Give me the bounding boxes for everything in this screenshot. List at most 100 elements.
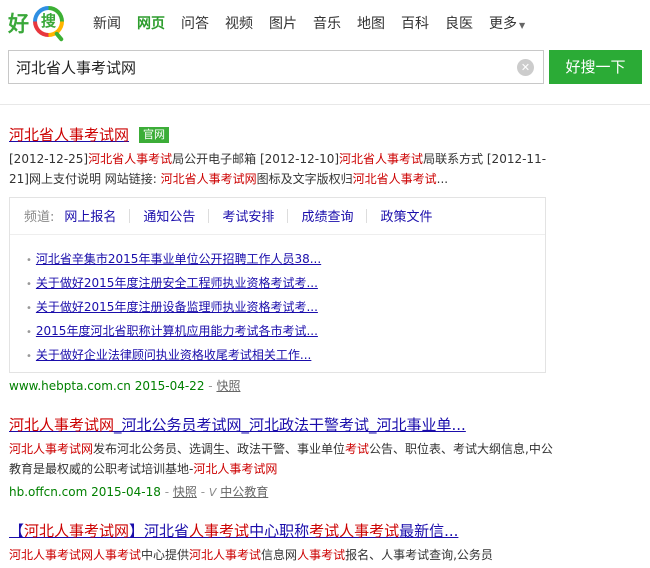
channel-separator bbox=[366, 208, 368, 223]
verified-source-link[interactable]: 中公教育 bbox=[220, 485, 268, 499]
text: 局公开电子邮箱 [2012-12-10] bbox=[172, 152, 340, 166]
nav-item[interactable]: 地图 bbox=[357, 13, 385, 33]
highlighted-text: 人事考试 bbox=[297, 548, 346, 562]
sublink-item[interactable]: • 2015年度河北省职称计算机应用能力考试各市考试... bbox=[26, 320, 321, 344]
bullet-icon: • bbox=[26, 351, 32, 362]
channel-separator bbox=[287, 208, 289, 223]
highlighted-text: 考试人事考试 bbox=[309, 522, 400, 540]
result-snippet: 河北人事考试网人事考试中心提供河北人事考试信息网人事考试报名、人事考试查询,公务… bbox=[9, 545, 554, 565]
nav-item[interactable]: 视频 bbox=[225, 13, 253, 33]
nav-item[interactable]: 更多 ▼ bbox=[489, 13, 541, 33]
search-result-3: 【河北人事考试网】河北省人事考试中心职称考试人事考试最新信... 河北人事考试网… bbox=[9, 520, 554, 565]
top-nav: 新闻 网页 问答 视频 图片 音乐 地图 百科 良医 更多 ▼ bbox=[93, 13, 557, 33]
channel-divider bbox=[10, 234, 545, 235]
sublink-item[interactable]: • 关于做好企业法律顾问执业资格收尾考试相关工作... bbox=[26, 344, 321, 368]
text: 发布河北公务员、选调生、政法干警、事业单位 bbox=[93, 442, 346, 456]
search-result-2: 河北人事考试网_河北公务员考试网_河北政法干警考试_河北事业单... 河北人事考… bbox=[9, 414, 554, 500]
clear-icon[interactable]: ✕ bbox=[517, 59, 534, 76]
separator: - bbox=[200, 485, 206, 499]
nav-item[interactable]: 音乐 bbox=[313, 13, 341, 33]
text: 中心职称 bbox=[249, 522, 310, 540]
logo-text-right: 搜 bbox=[37, 10, 60, 33]
nav-item[interactable]: 图片 bbox=[269, 13, 297, 33]
result-title-link[interactable]: 河北省人事考试网 bbox=[9, 126, 129, 144]
header: 好 搜 新闻 网页 问答 视频 图片 音乐 地图 百科 良医 更多 ▼ bbox=[0, 0, 650, 46]
highlighted-text: 河北省人事考试网 bbox=[160, 172, 257, 186]
sublink-item[interactable]: • 关于做好2015年度注册设备监理师执业资格考试考... bbox=[26, 296, 321, 320]
result-title-link[interactable]: 【河北人事考试网】河北省人事考试中心职称考试人事考试最新信... bbox=[9, 520, 554, 541]
channel-separator bbox=[129, 208, 131, 223]
caret-down-icon: ▼ bbox=[519, 21, 526, 30]
result-url: www.hebpta.com.cn 2015-04-22 bbox=[9, 379, 205, 393]
logo-handle bbox=[53, 31, 65, 42]
logo-magnifier-icon: 搜 bbox=[33, 6, 64, 37]
text: 最新信... bbox=[399, 522, 459, 540]
search-result-1: 河北省人事考试网 官网 [2012-12-25]河北省人事考试局公开电子邮箱 [2… bbox=[9, 124, 554, 394]
highlighted-text: 河北人事考试网 bbox=[193, 462, 278, 476]
channel-link[interactable]: 通知公告 bbox=[143, 206, 195, 225]
sublink-text[interactable]: 关于做好2015年度注册设备监理师执业资格考试考... bbox=[36, 300, 318, 314]
channel-label: 频道: bbox=[24, 210, 55, 225]
snapshot-link[interactable]: 快照 bbox=[173, 485, 197, 499]
highlighted-text: 河北人事考试网 bbox=[24, 522, 130, 540]
text: 】河北省 bbox=[129, 522, 190, 540]
nav-item[interactable]: 百科 bbox=[401, 13, 429, 33]
result-url-line: www.hebpta.com.cn 2015-04-22 - 快照 bbox=[9, 377, 554, 394]
bullet-icon: • bbox=[26, 255, 32, 266]
channel-link[interactable]: 成绩查询 bbox=[301, 206, 353, 225]
result-url: hb.offcn.com 2015-04-18 bbox=[9, 485, 161, 499]
bullet-icon: • bbox=[26, 303, 32, 314]
site-deeplinks-panel: 频道: 网上报名 通知公告 考试安排 成绩查询 政策文件 • 河北省辛集市2015年事业单… bbox=[9, 197, 546, 373]
highlighted-text: 河北人事考试 bbox=[189, 548, 262, 562]
sublink-text[interactable]: 2015年度河北省职称计算机应用能力考试各市考试... bbox=[36, 324, 318, 338]
search-input[interactable] bbox=[9, 51, 509, 83]
channel-link[interactable]: 考试安排 bbox=[222, 206, 274, 225]
channel-bar: 频道: 网上报名 通知公告 考试安排 成绩查询 政策文件 bbox=[24, 206, 432, 225]
highlighted-text: 考试 bbox=[345, 442, 370, 456]
search-box: ✕ bbox=[8, 50, 544, 84]
search-button[interactable]: 好搜一下 bbox=[549, 50, 642, 84]
highlighted-text: 河北人事考试网 bbox=[9, 416, 115, 434]
highlighted-text: 人事考试 bbox=[189, 522, 250, 540]
highlighted-text: 河北省人事考试 bbox=[88, 152, 173, 166]
sublink-list: • 河北省辛集市2015年事业单位公开招聘工作人员38... • 关于做好2015年度… bbox=[26, 248, 321, 368]
bullet-icon: • bbox=[26, 327, 32, 338]
separator: - bbox=[208, 379, 213, 393]
official-site-badge[interactable]: 官网 bbox=[139, 127, 170, 143]
bullet-icon: • bbox=[26, 279, 32, 290]
sublink-text[interactable]: 关于做好企业法律顾问执业资格收尾考试相关工作... bbox=[36, 348, 311, 362]
result-url-line: hb.offcn.com 2015-04-18 - 快照 - V 中公教育 bbox=[9, 483, 554, 500]
text: 报名、人事考试查询,公务员 bbox=[345, 548, 493, 562]
snapshot-link[interactable]: 快照 bbox=[216, 379, 240, 393]
result-snippet: [2012-12-25]河北省人事考试局公开电子邮箱 [2012-12-10]河… bbox=[9, 149, 554, 189]
nav-item[interactable]: 良医 bbox=[445, 13, 473, 33]
text: 信息网 bbox=[261, 548, 298, 562]
verified-icon: V bbox=[208, 486, 217, 499]
text: 图标及文字版权归 bbox=[256, 172, 353, 186]
nav-item[interactable]: 新闻 bbox=[93, 13, 121, 33]
text: ... bbox=[436, 172, 449, 186]
result-snippet: 河北人事考试网发布河北公务员、选调生、政法干警、事业单位考试公告、职位表、考试大… bbox=[9, 439, 554, 479]
text: [2012-12-25] bbox=[9, 152, 89, 166]
result-title-link[interactable]: 河北人事考试网_河北公务员考试网_河北政法干警考试_河北事业单... bbox=[9, 414, 554, 435]
channel-separator bbox=[208, 208, 210, 223]
sublink-item[interactable]: • 河北省辛集市2015年事业单位公开招聘工作人员38... bbox=[26, 248, 321, 272]
highlighted-text: 河北省人事考试 bbox=[339, 152, 424, 166]
sublink-text[interactable]: 河北省辛集市2015年事业单位公开招聘工作人员38... bbox=[36, 252, 321, 266]
channel-link[interactable]: 网上报名 bbox=[64, 206, 116, 225]
haosou-logo[interactable]: 好 搜 bbox=[8, 6, 65, 42]
text: 【 bbox=[9, 522, 25, 540]
logo-text-left: 好 bbox=[8, 12, 29, 36]
text: _河北公务员考试网_河北政法干警考试_河北事业单... bbox=[114, 416, 466, 434]
nav-item[interactable]: 问答 bbox=[181, 13, 209, 33]
highlighted-text: 河北人事考试网人事考试 bbox=[9, 548, 142, 562]
sublink-text[interactable]: 关于做好2015年度注册安全工程师执业资格考试考... bbox=[36, 276, 318, 290]
channel-link[interactable]: 政策文件 bbox=[380, 206, 432, 225]
text: 中心提供 bbox=[141, 548, 190, 562]
nav-item[interactable]: 网页 bbox=[137, 13, 165, 33]
separator: - bbox=[164, 485, 170, 499]
highlighted-text: 河北省人事考试 bbox=[352, 172, 437, 186]
highlighted-text: 河北人事考试网 bbox=[9, 442, 94, 456]
sublink-item[interactable]: • 关于做好2015年度注册安全工程师执业资格考试考... bbox=[26, 272, 321, 296]
header-divider bbox=[0, 104, 650, 105]
